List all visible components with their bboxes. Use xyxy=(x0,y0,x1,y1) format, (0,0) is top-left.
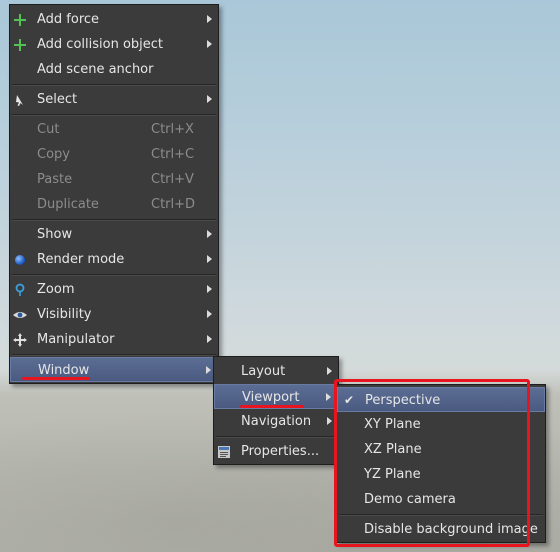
menu-item-label: Duplicate xyxy=(37,197,99,212)
submenu-arrow-icon xyxy=(206,366,211,374)
menu-item-cut[interactable]: Cut Ctrl+X xyxy=(10,117,218,142)
annotation-underline-window xyxy=(22,377,90,380)
submenu-arrow-icon xyxy=(207,95,212,103)
sphere-icon xyxy=(15,255,25,265)
window-submenu: Layout Viewport Navigation Properties... xyxy=(213,356,339,465)
submenu-arrow-icon xyxy=(207,15,212,23)
menu-item-add-force[interactable]: Add force xyxy=(10,7,218,32)
submenu-arrow-icon xyxy=(207,335,212,343)
zoom-icon xyxy=(15,283,25,296)
shortcut-label: Ctrl+D xyxy=(151,197,196,212)
menu-item-label: Select xyxy=(37,92,78,107)
menu-item-render-mode[interactable]: Render mode xyxy=(10,247,218,272)
annotation-underline-viewport xyxy=(240,405,304,408)
submenu-arrow-icon xyxy=(207,230,212,238)
menu-item-label: Copy xyxy=(37,147,70,162)
menu-item-copy[interactable]: Copy Ctrl+C xyxy=(10,142,218,167)
submenu-arrow-icon xyxy=(207,40,212,48)
menu-item-label: Cut xyxy=(37,122,60,137)
menu-item-select[interactable]: Select xyxy=(10,87,218,112)
menu-item-label: Zoom xyxy=(37,282,75,297)
menu-item-duplicate[interactable]: Duplicate Ctrl+D xyxy=(10,192,218,217)
menu-separator xyxy=(12,219,216,221)
submenu-arrow-icon xyxy=(207,285,212,293)
submenu-arrow-icon xyxy=(327,367,332,375)
menu-separator xyxy=(12,84,216,86)
menu-separator xyxy=(12,274,216,276)
menu-separator xyxy=(12,354,216,356)
annotation-box-viewport-options xyxy=(334,379,530,547)
shortcut-label: Ctrl+C xyxy=(151,147,195,162)
menu-item-manipulator[interactable]: Manipulator xyxy=(10,327,218,352)
menu-item-layout[interactable]: Layout xyxy=(214,359,338,384)
menu-item-navigation[interactable]: Navigation xyxy=(214,409,338,434)
menu-item-zoom[interactable]: Zoom xyxy=(10,277,218,302)
submenu-arrow-icon xyxy=(326,393,331,401)
menu-item-label: Add force xyxy=(37,12,100,27)
eye-icon xyxy=(13,312,27,318)
submenu-arrow-icon xyxy=(207,255,212,263)
menu-item-properties[interactable]: Properties... xyxy=(214,439,338,464)
menu-item-add-scene-anchor[interactable]: Add scene anchor xyxy=(10,57,218,82)
move-icon xyxy=(13,333,27,347)
menu-item-label: Add collision object xyxy=(37,37,164,52)
plus-icon xyxy=(14,39,26,51)
submenu-arrow-icon xyxy=(207,310,212,318)
menu-item-label: Add scene anchor xyxy=(37,62,154,77)
shortcut-label: Ctrl+X xyxy=(151,122,194,137)
menu-item-add-collision-object[interactable]: Add collision object xyxy=(10,32,218,57)
menu-item-show[interactable]: Show xyxy=(10,222,218,247)
menu-item-label: Visibility xyxy=(37,307,92,322)
cursor-icon xyxy=(16,95,23,106)
menu-item-label: Render mode xyxy=(37,252,125,267)
menu-item-label: Manipulator xyxy=(37,332,115,347)
submenu-arrow-icon xyxy=(327,417,332,425)
menu-item-label: Navigation xyxy=(241,414,312,429)
shortcut-label: Ctrl+V xyxy=(151,172,194,187)
menu-item-paste[interactable]: Paste Ctrl+V xyxy=(10,167,218,192)
context-menu: Add force Add collision object Add scene… xyxy=(9,4,219,384)
plus-icon xyxy=(14,14,26,26)
menu-item-label: Layout xyxy=(241,364,286,379)
menu-separator xyxy=(216,436,336,438)
menu-item-label: Show xyxy=(37,227,73,242)
properties-icon xyxy=(218,446,230,458)
menu-item-visibility[interactable]: Visibility xyxy=(10,302,218,327)
menu-item-label: Paste xyxy=(37,172,73,187)
menu-item-label: Properties... xyxy=(241,444,320,459)
menu-separator xyxy=(12,114,216,116)
